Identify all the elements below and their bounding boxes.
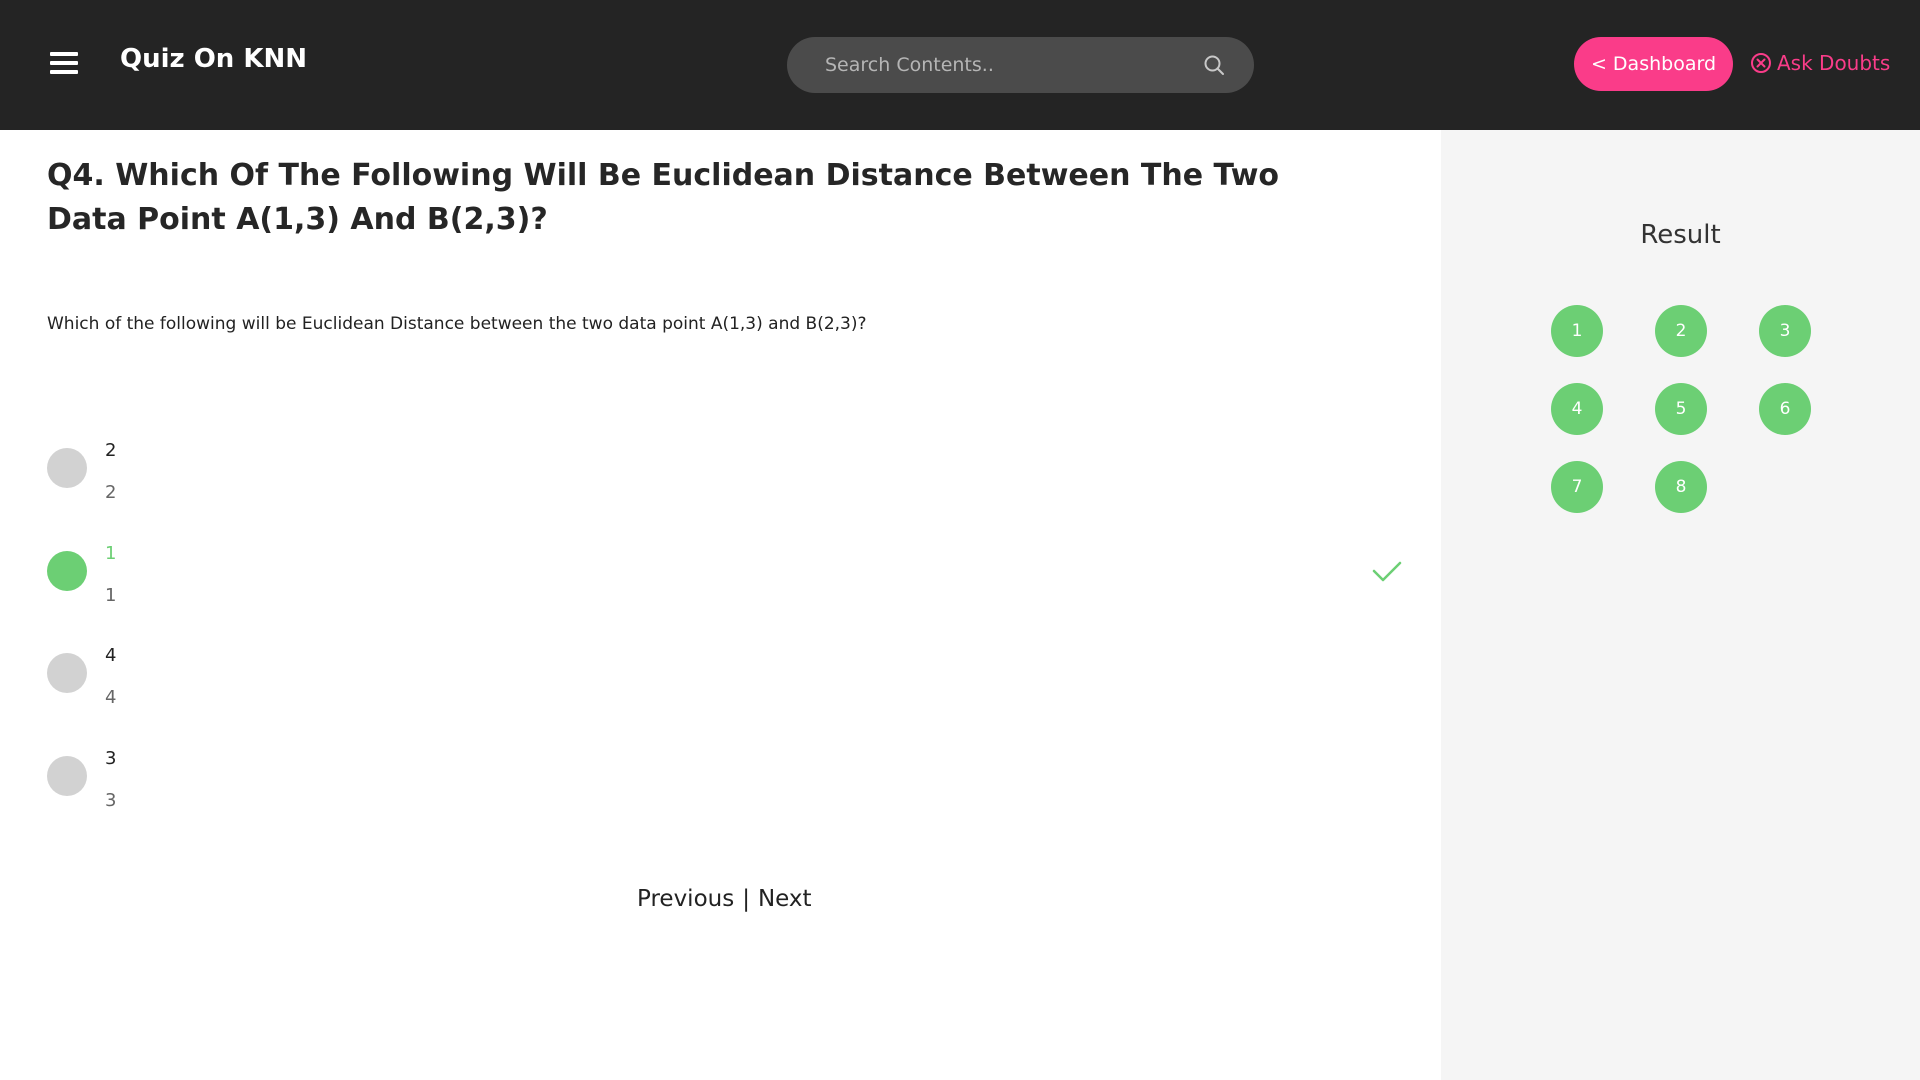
option-sublabel: 4 <box>105 687 117 708</box>
option-radio-selected[interactable] <box>47 551 87 591</box>
search-bar[interactable] <box>787 37 1254 93</box>
option-label: 1 <box>105 543 117 564</box>
option-radio[interactable] <box>47 653 87 693</box>
dashboard-button[interactable]: < Dashboard <box>1574 37 1733 91</box>
ask-doubts-link[interactable]: Ask Doubts <box>1750 48 1890 78</box>
search-icon[interactable] <box>1202 53 1226 77</box>
top-navbar: Quiz On KNN < Dashboard Ask Doubts <box>0 0 1920 130</box>
result-item-5[interactable]: 5 <box>1655 383 1707 435</box>
previous-link[interactable]: Previous <box>637 886 734 912</box>
search-input[interactable] <box>823 37 1183 93</box>
answer-option[interactable]: 4 4 <box>47 645 1407 715</box>
option-label: 4 <box>105 645 117 666</box>
pager-separator: | <box>742 886 750 912</box>
question-text: Which of the following will be Euclidean… <box>47 314 867 334</box>
result-item-8[interactable]: 8 <box>1655 461 1707 513</box>
option-sublabel: 2 <box>105 482 117 503</box>
answer-option[interactable]: 3 3 <box>47 748 1407 818</box>
option-radio[interactable] <box>47 448 87 488</box>
ask-doubts-label: Ask Doubts <box>1777 51 1891 75</box>
page-title: Quiz On KNN <box>120 44 308 74</box>
option-sublabel: 1 <box>105 585 117 606</box>
question-title: Q4. Which Of The Following Will Be Eucli… <box>47 158 1280 237</box>
result-sidebar: Result 1 2 3 4 5 6 7 8 <box>1441 130 1920 1080</box>
result-item-7[interactable]: 7 <box>1551 461 1603 513</box>
pagination: Previous | Next <box>637 886 812 912</box>
hamburger-menu-icon[interactable] <box>50 50 78 76</box>
next-link[interactable]: Next <box>758 886 812 912</box>
option-sublabel: 3 <box>105 790 117 811</box>
checkmark-icon <box>1372 561 1402 582</box>
result-item-3[interactable]: 3 <box>1759 305 1811 357</box>
result-item-1[interactable]: 1 <box>1551 305 1603 357</box>
option-label: 2 <box>105 440 117 461</box>
result-item-6[interactable]: 6 <box>1759 383 1811 435</box>
result-title: Result <box>1640 220 1721 250</box>
option-label: 3 <box>105 748 117 769</box>
answer-option[interactable]: 2 2 <box>47 440 1407 510</box>
close-circle-icon <box>1751 53 1771 73</box>
answer-option-selected[interactable]: 1 1 <box>47 543 1407 613</box>
option-radio[interactable] <box>47 756 87 796</box>
result-item-4[interactable]: 4 <box>1551 383 1603 435</box>
result-item-2[interactable]: 2 <box>1655 305 1707 357</box>
